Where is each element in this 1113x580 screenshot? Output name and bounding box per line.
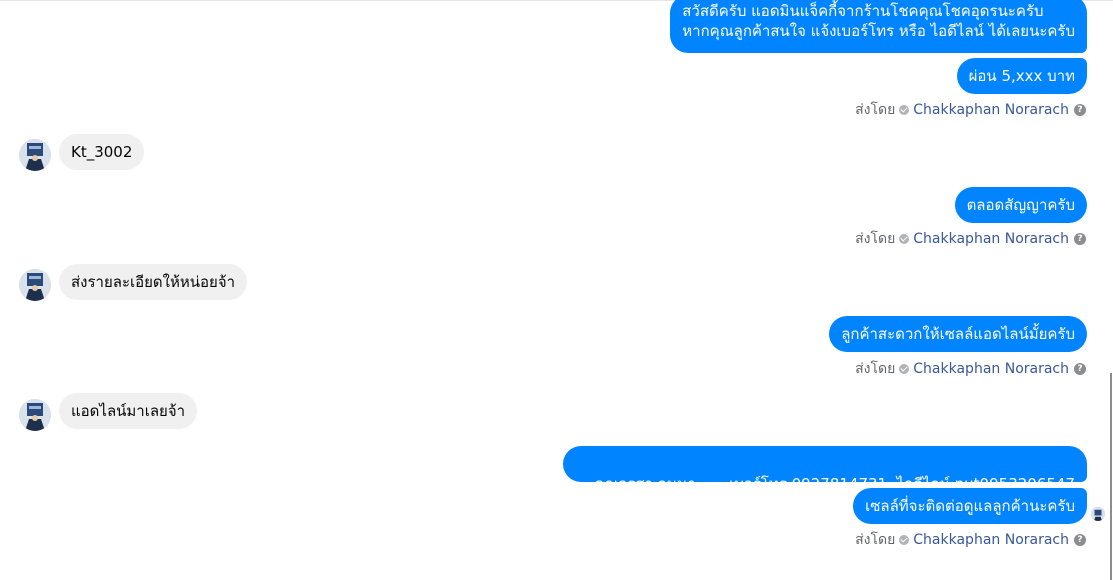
sent-by-text: ส่งโดย [855,532,896,548]
scrollbar[interactable] [1110,373,1112,580]
outgoing-message-ask-line[interactable]: ลูกค้าสะดวกให้เซลล์แอดไลน์มั้ยครับ [829,316,1087,352]
customer-avatar[interactable] [19,139,51,171]
outgoing-message-contract[interactable]: ตลอดสัญญาครับ [954,187,1087,223]
sent-by-label: ส่งโดย Chakkaphan Norarach ? [855,531,1086,549]
contract-text: ตลอดสัญญาครับ [966,196,1075,214]
greeting-line-2: หากคุณลูกค้าสนใจ แจ้งเบอร์โทร หรือ ไอดีไ… [682,22,1075,40]
sent-by-label: ส่งโดย Chakkaphan Norarach ? [855,101,1086,119]
verified-check-icon [899,364,910,374]
outgoing-message-greeting[interactable]: สวัสดีครับ แอดมินแจ็คกี้จากร้านโชคคุณโชค… [670,0,1087,53]
sender-name-link[interactable]: Chakkaphan Norarach [913,101,1069,119]
sent-by-text: ส่งโดย [855,231,896,247]
sender-name-link[interactable]: Chakkaphan Norarach [913,360,1069,378]
help-icon[interactable]: ? [1074,363,1086,375]
ask-line-text: ลูกค้าสะดวกให้เซลล์แอดไลน์มั้ยครับ [841,325,1075,343]
sales-contact-text: เซลล์ที่จะติดต่อดูแลลูกค้านะครับ [865,497,1075,515]
customer-avatar[interactable] [19,399,51,431]
sent-by-text: ส่งโดย [855,361,896,377]
incoming-message-add-line[interactable]: แอดไลน์มาเลยจ้า [59,393,198,429]
incoming-message-request-details[interactable]: ส่งรายละเอียดให้หน่อยจ้า [59,264,248,300]
sender-name-link[interactable]: Chakkaphan Norarach [913,230,1069,248]
sent-by-label: ส่งโดย Chakkaphan Norarach ? [855,360,1086,378]
outgoing-message-sales-contact[interactable]: เซลล์ที่จะติดต่อดูแลลูกค้านะครับ [853,488,1087,524]
sent-by-text: ส่งโดย [855,102,896,118]
help-icon[interactable]: ? [1074,104,1086,116]
incoming-text-add-line: แอดไลน์มาเลยจ้า [71,402,186,420]
greeting-line-1: สวัสดีครับ แอดมินแจ็คกี้จากร้านโชคคุณโชค… [682,2,1044,20]
customer-avatar[interactable] [19,269,51,301]
help-icon[interactable]: ? [1074,534,1086,546]
verified-check-icon [899,234,910,244]
verified-check-icon [899,535,910,545]
outgoing-message-contact-info[interactable]: คุณอรสา ลุนนา เบอร์โทร 0927814731 ไอดีไล… [563,446,1087,493]
installment-text: ผ่อน 5,xxx บาท [968,67,1075,85]
sender-name-link[interactable]: Chakkaphan Norarach [913,531,1069,549]
incoming-text-request: ส่งรายละเอียดให้หน่อยจ้า [71,273,236,291]
seen-avatar-icon [1091,507,1105,521]
verified-check-icon [899,105,910,115]
sent-by-label: ส่งโดย Chakkaphan Norarach ? [855,230,1086,248]
help-icon[interactable]: ? [1074,233,1086,245]
incoming-message-kt[interactable]: Kt_3002 [59,134,145,170]
incoming-text-kt: Kt_3002 [71,143,133,161]
chat-thread: สวัสดีครับ แอดมินแจ็คกี้จากร้านโชคคุณโชค… [0,0,1113,580]
outgoing-message-installment[interactable]: ผ่อน 5,xxx บาท [956,58,1087,94]
